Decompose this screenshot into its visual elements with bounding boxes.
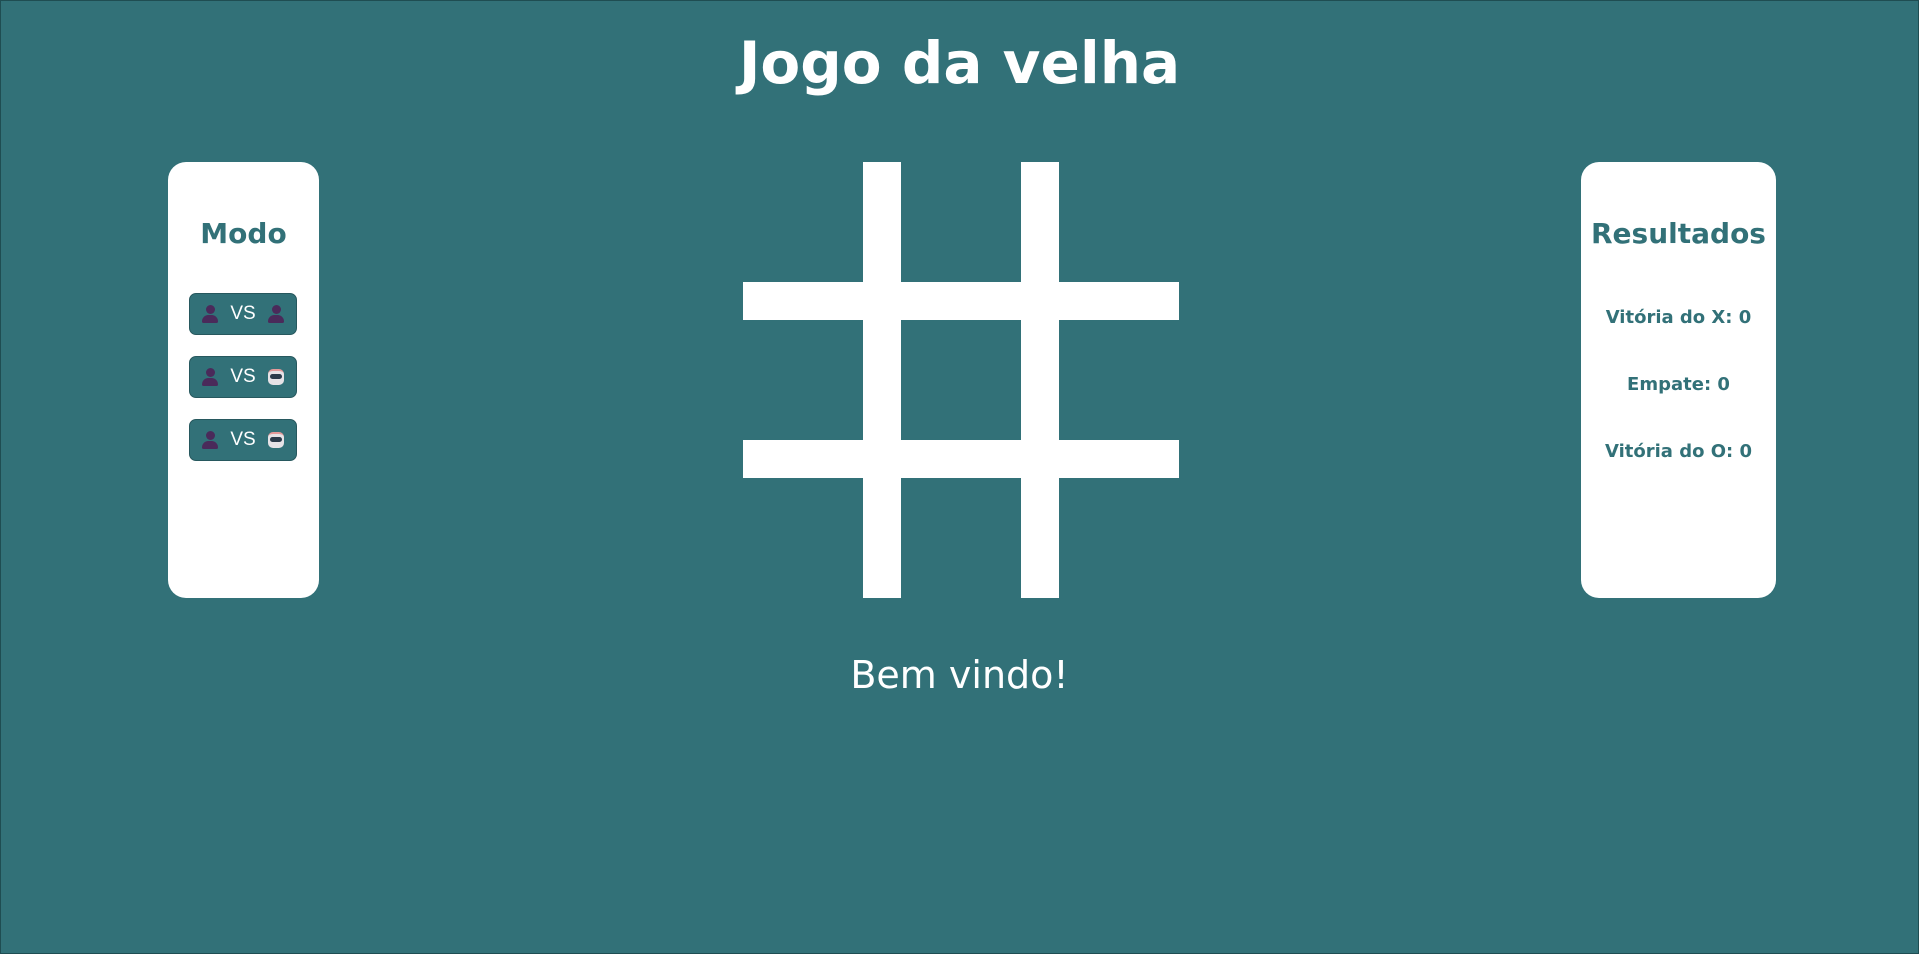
mode-button-label: VS — [230, 429, 256, 450]
results-panel-title: Resultados — [1591, 217, 1766, 250]
mode-button-label: VS — [230, 303, 256, 324]
board-cell-9[interactable] — [1059, 478, 1179, 598]
game-board — [743, 162, 1179, 598]
mode-button-pvc-2[interactable]: VS — [189, 419, 297, 461]
person-icon — [266, 304, 286, 324]
grid-line-vertical-1 — [863, 162, 901, 598]
mode-button-label: VS — [230, 366, 256, 387]
mode-panel: Modo VS VS VS — [168, 162, 319, 598]
board-cell-7[interactable] — [743, 478, 863, 598]
status-message: Bem vindo! — [850, 653, 1069, 697]
mode-button-pvc-1[interactable]: VS — [189, 356, 297, 398]
draws-count: Empate: 0 — [1627, 374, 1730, 395]
grid-line-horizontal-2 — [743, 440, 1179, 478]
mode-panel-title: Modo — [200, 217, 287, 250]
board-cell-6[interactable] — [1059, 320, 1179, 440]
person-icon — [200, 304, 220, 324]
results-panel: Resultados Vitória do X: 0 Empate: 0 Vit… — [1581, 162, 1776, 598]
mode-button-pvp[interactable]: VS — [189, 293, 297, 335]
person-icon — [200, 367, 220, 387]
board-cell-4[interactable] — [743, 320, 863, 440]
grid-line-horizontal-1 — [743, 282, 1179, 320]
grid-line-vertical-2 — [1021, 162, 1059, 598]
robot-icon — [266, 430, 286, 450]
person-icon — [200, 430, 220, 450]
robot-icon — [266, 367, 286, 387]
x-wins-count: Vitória do X: 0 — [1605, 307, 1752, 328]
board-cell-8[interactable] — [901, 478, 1021, 598]
board-cell-5[interactable] — [901, 320, 1021, 440]
page-title: Jogo da velha — [738, 29, 1181, 97]
board-cell-1[interactable] — [743, 162, 863, 282]
board-cell-3[interactable] — [1059, 162, 1179, 282]
board-cell-2[interactable] — [901, 162, 1021, 282]
o-wins-count: Vitória do O: 0 — [1604, 441, 1753, 462]
